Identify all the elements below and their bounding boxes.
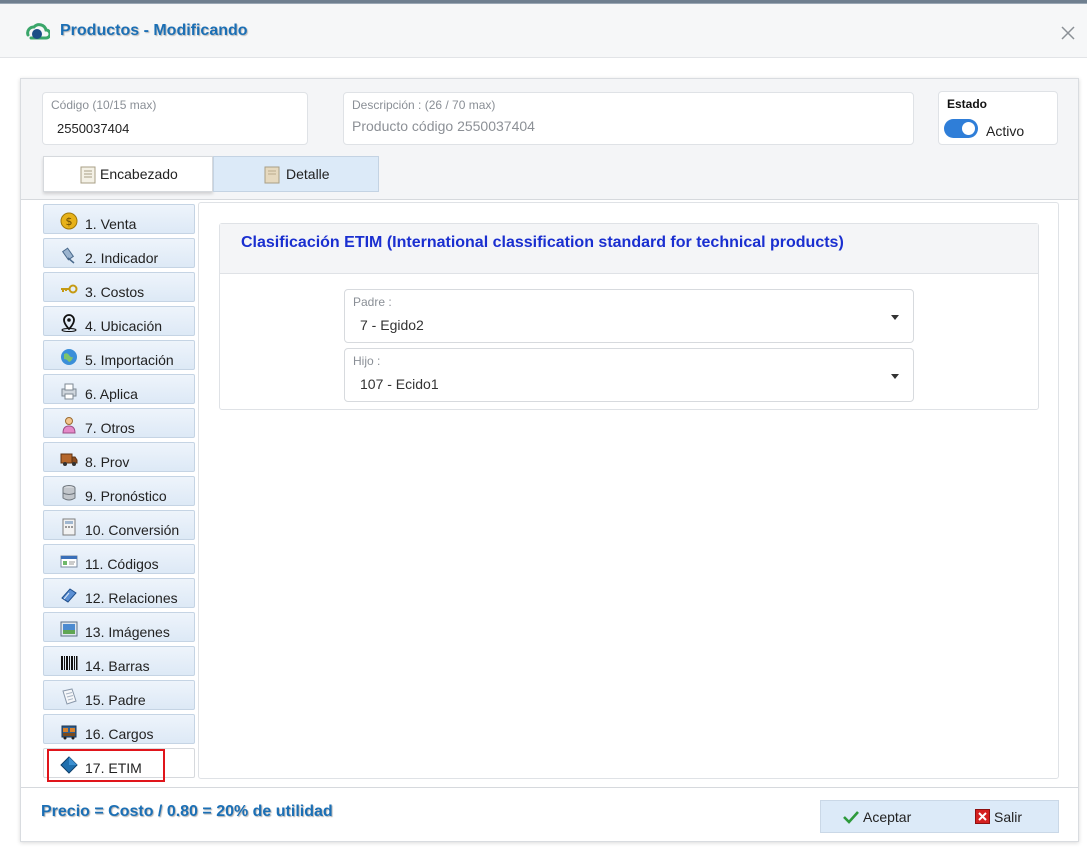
exit-button[interactable]: Salir <box>975 801 1022 832</box>
tab-detalle[interactable]: Detalle <box>213 156 379 192</box>
sidebar-item-label: 9. Pronóstico <box>85 488 167 504</box>
image-icon <box>60 620 78 638</box>
cloud-logo-icon <box>22 21 52 43</box>
close-icon[interactable] <box>1059 24 1077 42</box>
id-card-icon <box>60 552 78 570</box>
hijo-label: Hijo : <box>353 354 381 368</box>
exit-label: Salir <box>994 808 1023 825</box>
estado-field: Estado Activo <box>938 91 1058 145</box>
etim-header: Clasificación ETIM (International classi… <box>220 224 1038 274</box>
sidebar-item-label: 15. Padre <box>85 692 146 708</box>
sidebar-item-etim[interactable]: 17. ETIM <box>43 748 195 782</box>
sidebar-item-indicador[interactable]: 2. Indicador <box>43 238 195 268</box>
database-icon <box>60 484 78 502</box>
sidebar-item-label: 4. Ubicación <box>85 318 163 334</box>
sidebar-item-padre[interactable]: 15. Padre <box>43 680 195 710</box>
sidebar-item-imagenes[interactable]: 13. Imágenes <box>43 612 195 642</box>
sidebar-item-importacion[interactable]: 5. Importación <box>43 340 195 370</box>
document-icon <box>80 166 96 184</box>
sidebar-item-label: 17. ETIM <box>85 760 142 776</box>
window-title: Productos - Modificando <box>60 22 248 39</box>
etim-card: Clasificación ETIM (International classi… <box>219 223 1039 410</box>
check-icon <box>843 810 859 824</box>
accept-button[interactable]: Aceptar <box>843 801 911 832</box>
cargo-icon <box>60 722 78 740</box>
descripcion-input[interactable] <box>352 118 905 134</box>
padre-select[interactable]: Padre : 7 - Egido2 <box>344 289 914 343</box>
tab-encabezado[interactable]: Encabezado <box>43 156 213 192</box>
sidebar-item-aplica[interactable]: 6. Aplica <box>43 374 195 404</box>
calculator-icon <box>60 518 78 536</box>
close-icon <box>975 809 990 824</box>
sidebar-item-label: 7. Otros <box>85 420 135 436</box>
sidebar-item-label: 3. Costos <box>85 284 145 300</box>
sidebar-item-prov[interactable]: 8. Prov <box>43 442 195 472</box>
sidebar-item-ubicacion[interactable]: 4. Ubicación <box>43 306 195 336</box>
sidebar-item-venta[interactable]: $ 1. Venta <box>43 204 195 234</box>
diamond-icon <box>60 756 78 774</box>
chevron-down-icon <box>891 315 899 320</box>
estado-toggle[interactable] <box>944 119 978 138</box>
sidebar-item-label: 1. Venta <box>85 216 137 232</box>
footer: Precio = Costo / 0.80 = 20% de utilidad … <box>21 787 1078 841</box>
sidebar-item-label: 16. Cargos <box>85 726 154 742</box>
sidebar-item-otros[interactable]: 7. Otros <box>43 408 195 438</box>
tab-bar: Encabezado Detalle <box>43 156 379 192</box>
key-icon <box>60 280 78 298</box>
document-icon <box>60 688 78 706</box>
toggle-knob <box>962 122 975 135</box>
tab-detalle-label: Detalle <box>286 166 330 182</box>
sidebar-item-label: 6. Aplica <box>85 386 138 402</box>
book-icon <box>60 586 78 604</box>
padre-value: 7 - Egido2 <box>360 317 424 333</box>
content-panel: Clasificación ETIM (International classi… <box>198 202 1059 779</box>
descripcion-label: Descripción : (26 / 70 max) <box>352 98 496 112</box>
header-area: Código (10/15 max) 2550037404 Descripció… <box>21 79 1078 200</box>
padre-label: Padre : <box>353 295 392 309</box>
descripcion-field: Descripción : (26 / 70 max) <box>343 92 914 145</box>
etim-title: Clasificación ETIM (International classi… <box>241 234 844 251</box>
sidebar-item-cargos[interactable]: 16. Cargos <box>43 714 195 744</box>
sidebar-item-label: 11. Códigos <box>85 556 159 572</box>
sidebar-item-conversion[interactable]: 10. Conversión <box>43 510 195 540</box>
tab-encabezado-label: Encabezado <box>100 166 178 182</box>
product-dialog: Código (10/15 max) 2550037404 Descripció… <box>20 78 1079 842</box>
coin-icon: $ <box>60 212 78 230</box>
sidebar-item-label: 12. Relaciones <box>85 590 178 606</box>
estado-label: Estado <box>947 97 988 111</box>
person-icon <box>60 416 78 434</box>
sidebar-item-barras[interactable]: 14. Barras <box>43 646 195 676</box>
window-titlebar: Productos - Modificando <box>0 4 1087 58</box>
document-icon <box>264 166 280 184</box>
codigo-label: Código (10/15 max) <box>51 98 157 112</box>
sidebar-item-label: 14. Barras <box>85 658 150 674</box>
svg-text:$: $ <box>66 215 73 228</box>
hijo-value: 107 - Ecido1 <box>360 376 439 392</box>
accept-label: Aceptar <box>863 808 912 825</box>
hijo-select[interactable]: Hijo : 107 - Ecido1 <box>344 348 914 402</box>
codigo-value: 2550037404 <box>57 121 130 136</box>
sidebar-item-relaciones[interactable]: 12. Relaciones <box>43 578 195 608</box>
location-pin-icon <box>60 314 78 332</box>
globe-icon <box>60 348 78 366</box>
barcode-icon <box>60 654 78 672</box>
sidebar-item-pronostico[interactable]: 9. Pronóstico <box>43 476 195 506</box>
codigo-field[interactable]: Código (10/15 max) 2550037404 <box>42 92 308 145</box>
price-formula-note: Precio = Costo / 0.80 = 20% de utilidad <box>41 803 333 820</box>
printer-icon <box>60 382 78 400</box>
sidebar-item-costos[interactable]: 3. Costos <box>43 272 195 302</box>
sidebar-item-codigos[interactable]: 11. Códigos <box>43 544 195 574</box>
sidebar-item-label: 13. Imágenes <box>85 624 170 640</box>
satellite-icon <box>60 246 78 264</box>
sidebar-item-label: 8. Prov <box>85 454 130 470</box>
chevron-down-icon <box>891 374 899 379</box>
sidebar-item-label: 10. Conversión <box>85 522 180 538</box>
truck-icon <box>60 450 78 468</box>
sidebar-item-label: 5. Importación <box>85 352 174 368</box>
sidebar-item-label: 2. Indicador <box>85 250 159 266</box>
footer-button-group: Aceptar Salir <box>820 800 1059 833</box>
estado-value: Activo <box>986 123 1025 139</box>
